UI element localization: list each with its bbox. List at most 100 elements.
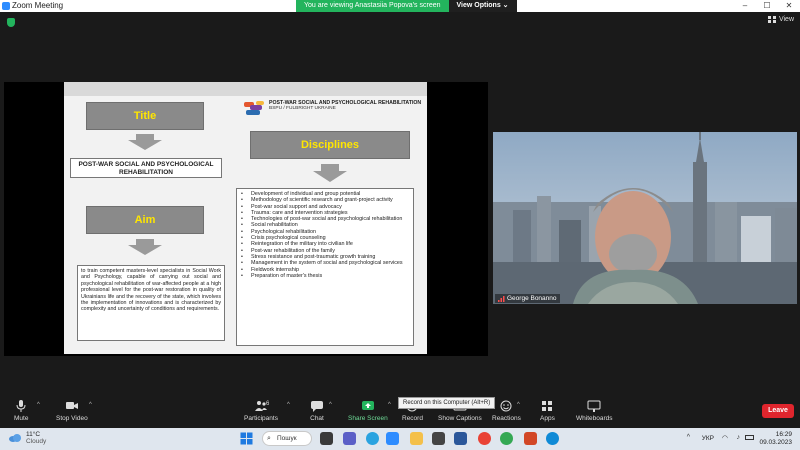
- arrow-down-icon: [313, 171, 347, 182]
- minimize-button[interactable]: –: [734, 0, 756, 12]
- zoom-taskbar-icon[interactable]: [386, 432, 399, 445]
- logo-subtitle: BSPU / FULBRIGHT UKRAINE: [269, 106, 336, 111]
- taskbar-search[interactable]: ⌕ Пошук: [262, 431, 312, 446]
- leave-button[interactable]: Leave: [762, 404, 794, 418]
- reactions-label: Reactions: [492, 415, 521, 422]
- stop-video-button[interactable]: Stop Video: [56, 400, 88, 422]
- disciplines-box: Disciplines: [250, 131, 410, 159]
- view-button[interactable]: View: [767, 16, 794, 23]
- security-shield-icon[interactable]: [7, 18, 15, 27]
- share-screen-icon: [361, 400, 375, 412]
- search-icon: ⌕: [267, 435, 271, 442]
- disciplines-box-list: Development of individual and group pote…: [236, 188, 414, 346]
- cloud-icon: [9, 434, 21, 442]
- zoom-window: Zoom Meeting You are viewing Anastasiia …: [0, 0, 800, 428]
- window-controls: – ☐ ✕: [734, 0, 800, 12]
- program-name: POST-WAR SOCIAL AND PSYCHOLOGICAL REHABI…: [78, 161, 214, 176]
- project-logo: POST-WAR SOCIAL AND PSYCHOLOGICAL REHABI…: [242, 100, 421, 118]
- chrome-profile-icon[interactable]: [500, 432, 513, 445]
- reactions-smiley-icon: [499, 400, 513, 412]
- video-camera-icon: [65, 400, 79, 412]
- telegram-icon[interactable]: [366, 432, 379, 445]
- share-banner: You are viewing Anastasiia Popova's scre…: [296, 0, 517, 12]
- aim-text-box: to train competent masters-level special…: [77, 265, 225, 341]
- volume-icon[interactable]: ♪: [737, 434, 741, 441]
- view-options-label: View Options: [456, 2, 501, 9]
- powerpoint-icon[interactable]: [524, 432, 537, 445]
- record-tooltip: Record on this Computer (Alt+R): [398, 397, 496, 409]
- participants-count: 6: [265, 401, 270, 407]
- share-options-caret-icon[interactable]: ^: [388, 402, 391, 408]
- apps-grid-icon: [540, 400, 554, 412]
- weather-widget[interactable]: 11°C Cloudy: [8, 431, 46, 445]
- participant-name-label: George Bonanno: [495, 294, 560, 303]
- participant-video-tile[interactable]: George Bonanno: [493, 132, 797, 304]
- whiteboards-label: Whiteboards: [576, 415, 613, 422]
- window-title: Zoom Meeting: [12, 1, 64, 10]
- edge-icon[interactable]: [546, 432, 559, 445]
- project-logo-icon: [242, 100, 266, 118]
- input-language[interactable]: УКР: [702, 435, 714, 442]
- close-button[interactable]: ✕: [778, 0, 800, 12]
- record-label: Record: [402, 415, 423, 422]
- participant-name: George Bonanno: [507, 295, 557, 302]
- chat-label: Chat: [310, 415, 324, 422]
- view-options-button[interactable]: View Options ⌄: [448, 0, 517, 12]
- video-background: [493, 132, 797, 304]
- discipline-item: Preparation of master's thesis: [241, 273, 410, 280]
- chevron-down-icon: ⌄: [502, 2, 509, 9]
- zoom-app-icon: [2, 2, 10, 10]
- title-box: Title: [86, 102, 204, 130]
- whiteboards-button[interactable]: Whiteboards: [576, 400, 613, 422]
- chrome-icon[interactable]: [478, 432, 491, 445]
- signal-strength-icon: [498, 295, 505, 302]
- chat-options-caret-icon[interactable]: ^: [329, 402, 332, 408]
- clock-time: 16:29: [775, 431, 792, 438]
- system-clock[interactable]: 16:29 09.03.2023: [759, 431, 792, 447]
- windows-taskbar: 11°C Cloudy ⌕ Пошук УКР ^ ◠ ♪ 16:29 09.0…: [0, 428, 800, 450]
- mute-label: Mute: [14, 415, 29, 422]
- tray-expand-icon[interactable]: ^: [687, 434, 690, 441]
- arrow-down-icon: [128, 140, 162, 150]
- share-screen-label: Share Screen: [348, 415, 388, 422]
- chat-button[interactable]: Chat: [310, 400, 324, 422]
- maximize-button[interactable]: ☐: [756, 0, 778, 12]
- chat-bubble-icon: [310, 400, 324, 412]
- apps-button[interactable]: Apps: [540, 400, 555, 422]
- video-options-caret-icon[interactable]: ^: [89, 402, 92, 408]
- view-button-label: View: [778, 16, 794, 23]
- participants-button[interactable]: 6 Participants: [244, 400, 278, 422]
- teams-chat-icon[interactable]: [343, 432, 356, 445]
- weather-description: Cloudy: [26, 438, 47, 445]
- title-bar: Zoom Meeting You are viewing Anastasiia …: [0, 0, 800, 12]
- task-view-icon[interactable]: [320, 432, 333, 445]
- slide-top-bar: [64, 82, 427, 96]
- aim-box: Aim: [86, 206, 204, 234]
- clock-date: 09.03.2023: [759, 439, 792, 446]
- battery-icon[interactable]: [745, 435, 754, 440]
- weather-temperature: 11°C: [26, 431, 41, 438]
- word-icon[interactable]: [454, 432, 467, 445]
- microphone-icon: [14, 400, 28, 412]
- participants-label: Participants: [244, 415, 278, 422]
- mute-options-caret-icon[interactable]: ^: [37, 402, 40, 408]
- program-name-box: POST-WAR SOCIAL AND PSYCHOLOGICAL REHABI…: [70, 158, 222, 178]
- mute-button[interactable]: Mute: [14, 400, 28, 422]
- search-label: Пошук: [277, 435, 297, 442]
- file-explorer-icon[interactable]: [410, 432, 423, 445]
- whiteboard-icon: [587, 400, 601, 412]
- shared-slide: Title POST-WAR SOCIAL AND PSYCHOLOGICAL …: [64, 82, 427, 354]
- windows-start-icon[interactable]: [240, 432, 253, 445]
- apps-label: Apps: [540, 415, 555, 422]
- arrow-down-icon: [128, 245, 162, 255]
- show-captions-label: Show Captions: [438, 415, 482, 422]
- wifi-icon[interactable]: ◠: [722, 434, 728, 442]
- grid-view-icon: [767, 16, 776, 23]
- share-screen-button[interactable]: Share Screen: [348, 400, 388, 422]
- reactions-options-caret-icon[interactable]: ^: [517, 402, 520, 408]
- arrow-down-icon: [321, 164, 339, 171]
- participants-options-caret-icon[interactable]: ^: [287, 402, 290, 408]
- aim-text: to train competent masters-level special…: [81, 268, 221, 313]
- media-player-icon[interactable]: [432, 432, 445, 445]
- stop-video-label: Stop Video: [56, 415, 88, 422]
